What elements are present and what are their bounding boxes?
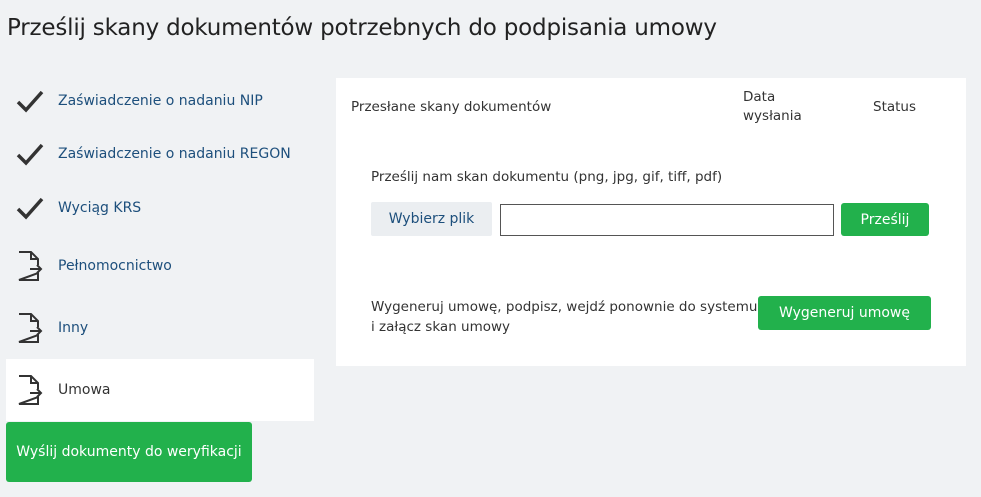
document-upload-icon [15, 313, 45, 343]
column-header-status: Status [873, 99, 917, 115]
doc-item-regon[interactable]: Zaświadczenie o nadaniu REGON [6, 127, 314, 181]
choose-file-button[interactable]: Wybierz plik [371, 202, 492, 236]
send-for-verification-button[interactable]: Wyślij dokumenty do weryfikacji [6, 422, 252, 482]
doc-item-label: Umowa [58, 382, 111, 398]
generate-instructions: Wygeneruj umowę, podpisz, wejdź ponownie… [371, 299, 758, 335]
doc-item-pelnomocnictwo[interactable]: Pełnomocnictwo [6, 235, 314, 297]
upload-button[interactable]: Prześlij [841, 203, 929, 236]
doc-item-label: Inny [58, 320, 89, 336]
doc-item-umowa[interactable]: Umowa [6, 359, 314, 421]
doc-item-inny[interactable]: Inny [6, 297, 314, 359]
document-list: Zaświadczenie o nadaniu NIP Zaświadczeni… [6, 74, 314, 421]
page-title: Prześlij skany dokumentów potrzebnych do… [7, 15, 717, 41]
column-header-date: Data wysłania [743, 89, 802, 124]
column-header-name: Przesłane skany dokumentów [351, 99, 552, 115]
upload-panel: Przesłane skany dokumentów Data wysłania… [336, 78, 966, 366]
generate-contract-button[interactable]: Wygeneruj umowę [758, 296, 931, 330]
doc-item-label: Pełnomocnictwo [58, 258, 172, 274]
doc-item-label: Zaświadczenie o nadaniu NIP [58, 92, 263, 109]
document-upload-icon [15, 375, 45, 405]
doc-item-label: Zaświadczenie o nadaniu REGON [58, 146, 291, 162]
upload-label: Prześlij nam skan dokumentu (png, jpg, g… [371, 169, 723, 185]
file-name-input[interactable] [500, 204, 834, 236]
checkmark-icon [15, 193, 45, 223]
document-upload-icon [15, 251, 45, 281]
checkmark-icon [15, 139, 45, 169]
checkmark-icon [15, 86, 45, 116]
doc-item-label: Wyciąg KRS [58, 200, 142, 216]
doc-item-krs[interactable]: Wyciąg KRS [6, 181, 314, 235]
doc-item-nip[interactable]: Zaświadczenie o nadaniu NIP [6, 74, 314, 127]
